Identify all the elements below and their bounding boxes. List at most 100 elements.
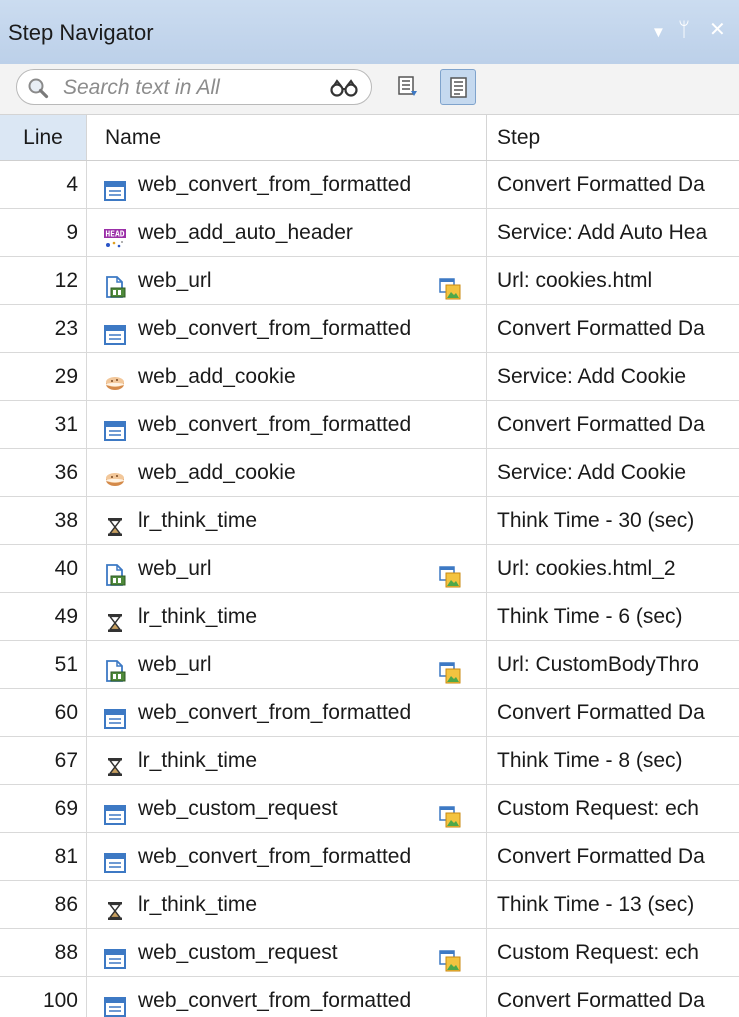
table-row[interactable]: 69 web_custom_request Custom Request: ech bbox=[0, 785, 739, 833]
binoculars-icon[interactable] bbox=[329, 78, 359, 98]
row-line-number: 81 bbox=[0, 833, 87, 880]
detail-view-button[interactable] bbox=[440, 69, 476, 105]
url-icon bbox=[103, 269, 127, 298]
row-step-name-cell: web_url bbox=[87, 545, 487, 592]
row-step-name: lr_think_time bbox=[138, 509, 258, 532]
table-row[interactable]: 12 web_url Url: cookies.html bbox=[0, 257, 739, 305]
column-header-line[interactable]: Line bbox=[0, 115, 87, 160]
table-row[interactable]: 60 web_convert_from_formatted Convert Form… bbox=[0, 689, 739, 737]
row-step-description: Think Time - 30 (sec) bbox=[497, 509, 695, 532]
hourglass-icon bbox=[103, 605, 127, 632]
row-line-number: 4 bbox=[0, 161, 87, 208]
svg-text:HEAD: HEAD bbox=[105, 230, 124, 239]
row-step-description: Convert Formatted Da bbox=[497, 845, 705, 868]
row-step-name: web_convert_from_formatted bbox=[138, 317, 412, 340]
row-line-number: 31 bbox=[0, 401, 87, 448]
window-icon bbox=[103, 797, 127, 825]
row-line-number: 29 bbox=[0, 353, 87, 400]
table-row[interactable]: 81 web_convert_from_formatted Convert Form… bbox=[0, 833, 739, 881]
list-view-button[interactable] bbox=[390, 69, 426, 105]
step-navigator-panel: Step Navigator ▼ ᛘ ✕ Search text in All … bbox=[0, 0, 739, 1017]
snapshot-icon[interactable] bbox=[439, 798, 461, 828]
window-icon bbox=[103, 701, 127, 729]
row-step-name: web_add_auto_header bbox=[138, 221, 353, 244]
snapshot-icon[interactable] bbox=[439, 654, 461, 684]
row-step-description: Think Time - 8 (sec) bbox=[497, 749, 683, 772]
table-header: Line Name Step bbox=[0, 115, 739, 161]
table-row[interactable]: 9 HEAD web_add_auto_header Service: Add Aut… bbox=[0, 209, 739, 257]
panel-menu-dropdown-icon[interactable]: ▼ bbox=[651, 21, 666, 45]
row-line-number: 38 bbox=[0, 497, 87, 544]
row-step-name-cell: lr_think_time bbox=[87, 593, 487, 640]
row-step-name-cell: HEAD web_add_auto_header bbox=[87, 209, 487, 256]
row-step-name: web_custom_request bbox=[138, 941, 338, 964]
hourglass-icon bbox=[103, 749, 127, 776]
row-step-name: lr_think_time bbox=[138, 605, 258, 628]
row-step-description: Service: Add Cookie bbox=[497, 461, 687, 484]
table-row[interactable]: 38 lr_think_time Think Time - 30 (sec) bbox=[0, 497, 739, 545]
row-step-name-cell: web_convert_from_formatted bbox=[87, 305, 487, 352]
row-step-name-cell: web_url bbox=[87, 641, 487, 688]
panel-pin-icon[interactable]: ᛘ bbox=[678, 18, 690, 42]
row-step-name-cell: web_custom_request bbox=[87, 785, 487, 832]
list-view-icon bbox=[398, 76, 417, 96]
row-step-description: Custom Request: ech bbox=[497, 797, 699, 820]
row-step-description: Service: Add Auto Hea bbox=[497, 221, 708, 244]
row-step-name-cell: web_convert_from_formatted bbox=[87, 161, 487, 208]
window-icon bbox=[103, 317, 127, 345]
row-step-name: web_convert_from_formatted bbox=[138, 413, 412, 436]
table-row[interactable]: 29 web_add_cookie Service: Add Cookie bbox=[0, 353, 739, 401]
search-icon[interactable] bbox=[27, 77, 49, 99]
row-step-name: lr_think_time bbox=[138, 893, 258, 916]
snapshot-icon[interactable] bbox=[439, 942, 461, 972]
table-row[interactable]: 49 lr_think_time Think Time - 6 (sec) bbox=[0, 593, 739, 641]
window-icon bbox=[103, 845, 127, 873]
row-line-number: 100 bbox=[0, 977, 87, 1017]
window-icon bbox=[103, 941, 127, 969]
row-step-description: Service: Add Cookie bbox=[497, 365, 687, 388]
row-step-description: Url: cookies.html bbox=[497, 269, 653, 292]
row-line-number: 51 bbox=[0, 641, 87, 688]
header-icon: HEAD bbox=[103, 221, 127, 248]
row-line-number: 9 bbox=[0, 209, 87, 256]
row-step-description: Convert Formatted Da bbox=[497, 173, 705, 196]
column-header-step[interactable]: Step bbox=[487, 115, 739, 160]
row-step-name: web_add_cookie bbox=[138, 461, 296, 484]
row-line-number: 86 bbox=[0, 881, 87, 928]
row-step-description: Think Time - 13 (sec) bbox=[497, 893, 695, 916]
row-step-name: web_add_cookie bbox=[138, 365, 296, 388]
row-step-name: web_convert_from_formatted bbox=[138, 701, 412, 724]
table-row[interactable]: 86 lr_think_time Think Time - 13 (sec) bbox=[0, 881, 739, 929]
snapshot-icon[interactable] bbox=[439, 558, 461, 588]
window-icon bbox=[103, 413, 127, 441]
row-step-name: web_convert_from_formatted bbox=[138, 845, 412, 868]
table-row[interactable]: 23 web_convert_from_formatted Convert Form… bbox=[0, 305, 739, 353]
table-row[interactable]: 36 web_add_cookie Service: Add Cookie bbox=[0, 449, 739, 497]
table-row[interactable]: 67 lr_think_time Think Time - 8 (sec) bbox=[0, 737, 739, 785]
row-step-description: Url: CustomBodyThro bbox=[497, 653, 699, 676]
row-step-name: web_convert_from_formatted bbox=[138, 173, 412, 196]
row-line-number: 23 bbox=[0, 305, 87, 352]
search-input[interactable] bbox=[61, 74, 305, 102]
row-step-description: Convert Formatted Da bbox=[497, 701, 705, 724]
table-row[interactable]: 40 web_url Url: cookies.html_2 bbox=[0, 545, 739, 593]
search-box[interactable] bbox=[16, 69, 372, 105]
row-step-name: lr_think_time bbox=[138, 749, 258, 772]
steps-table-body: 4 web_convert_from_formatted Convert Forma… bbox=[0, 161, 739, 1017]
table-row[interactable]: 51 web_url Url: CustomBodyThro bbox=[0, 641, 739, 689]
row-step-name-cell: web_convert_from_formatted bbox=[87, 833, 487, 880]
snapshot-icon[interactable] bbox=[439, 270, 461, 300]
column-header-name[interactable]: Name bbox=[87, 115, 487, 160]
panel-title-bar: Step Navigator ▼ ᛘ ✕ bbox=[0, 0, 739, 65]
table-row[interactable]: 100 web_convert_from_formatted Convert For… bbox=[0, 977, 739, 1017]
table-row[interactable]: 4 web_convert_from_formatted Convert Forma… bbox=[0, 161, 739, 209]
row-line-number: 12 bbox=[0, 257, 87, 304]
row-step-name: web_convert_from_formatted bbox=[138, 989, 412, 1012]
hourglass-icon bbox=[103, 509, 127, 536]
table-row[interactable]: 31 web_convert_from_formatted Convert Form… bbox=[0, 401, 739, 449]
panel-close-icon[interactable]: ✕ bbox=[709, 18, 726, 42]
toolbar bbox=[0, 64, 739, 115]
row-step-name-cell: web_convert_from_formatted bbox=[87, 689, 487, 736]
row-step-name-cell: web_url bbox=[87, 257, 487, 304]
table-row[interactable]: 88 web_custom_request Custom Request: ech bbox=[0, 929, 739, 977]
